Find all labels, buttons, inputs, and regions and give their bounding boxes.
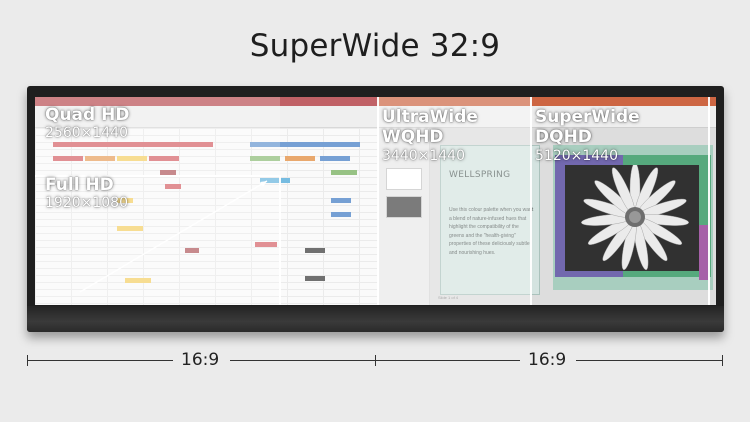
page-title: SuperWide 32:9 [249,28,501,64]
resolution-name: SuperWide DQHD [535,107,640,147]
resolution-dims: 2560×1440 [45,125,128,141]
ruler-left-line-a [27,360,173,361]
resolution-dims: 1920×1080 [45,195,128,211]
monitor: WELLSPRING Use this colour palette when … [27,86,724,332]
ruler-right-line-b [576,360,723,361]
quadhd-label: Quad HD 2560×1440 [45,105,130,141]
superwide-label: SuperWide DQHD 5120×1440 [535,107,645,163]
ratio-label-right: 16:9 [528,350,567,370]
ratio-label-left: 16:9 [181,350,220,370]
resolution-name: Full HD [45,175,114,195]
monitor-screen: WELLSPRING Use this colour palette when … [35,97,716,305]
fullhd-label: Full HD 1920×1080 [45,175,128,211]
resolution-name: Quad HD [45,105,130,125]
ultrawide-label: UltraWide WQHD 3440×1440 [382,107,482,163]
ruler-right-tick [722,355,723,366]
resolution-name: UltraWide WQHD [382,107,478,147]
ruler-left-line-b [230,360,375,361]
ruler-right-line-a [375,360,520,361]
resolution-dims: 5120×1440 [535,148,618,164]
resolution-dims: 3440×1440 [382,148,465,164]
